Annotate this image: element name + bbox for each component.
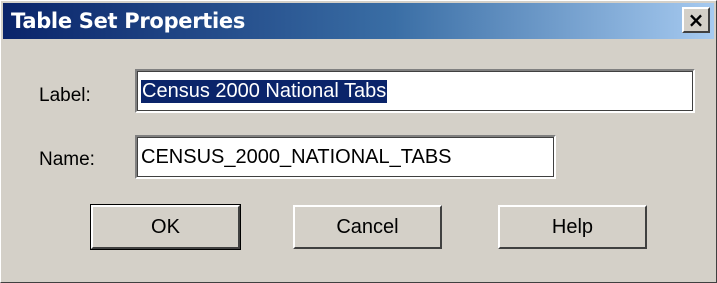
table-set-properties-dialog: Table Set Properties × Label: Census 200… bbox=[0, 0, 717, 283]
help-button[interactable]: Help bbox=[498, 205, 647, 249]
ok-button[interactable]: OK bbox=[90, 204, 241, 250]
close-icon: × bbox=[687, 8, 705, 32]
name-field-caption: Name: bbox=[39, 149, 95, 170]
cancel-button[interactable]: Cancel bbox=[293, 205, 442, 249]
close-button[interactable]: × bbox=[682, 7, 710, 33]
ok-button-label: OK bbox=[151, 215, 180, 238]
cancel-button-label: Cancel bbox=[336, 215, 399, 238]
name-input[interactable]: CENSUS_2000_NATIONAL_TABS bbox=[135, 135, 556, 179]
title-bar[interactable]: Table Set Properties × bbox=[3, 3, 714, 39]
help-button-label: Help bbox=[551, 215, 594, 238]
label-input[interactable]: Census 2000 National Tabs bbox=[135, 69, 695, 113]
dialog-title: Table Set Properties bbox=[11, 9, 246, 33]
label-input-value: Census 2000 National Tabs bbox=[141, 79, 388, 103]
label-field-caption: Label: bbox=[39, 85, 91, 106]
name-input-value: CENSUS_2000_NATIONAL_TABS bbox=[141, 145, 452, 168]
